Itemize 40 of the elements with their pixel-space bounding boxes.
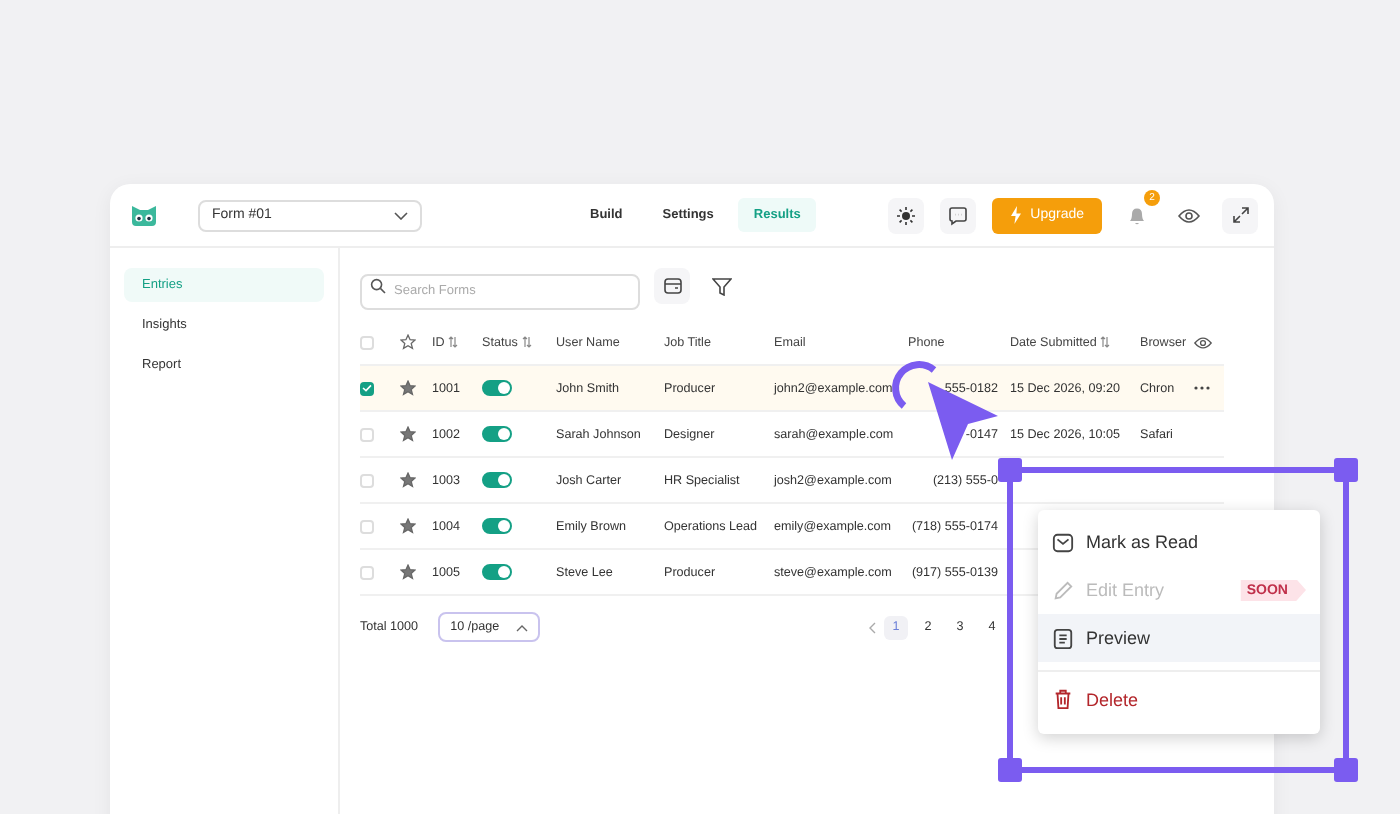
trash-icon <box>1052 688 1074 710</box>
logo-icon <box>130 203 158 227</box>
star-icon[interactable] <box>400 380 416 396</box>
checkbox[interactable] <box>360 381 374 395</box>
eye-icon <box>1177 207 1199 223</box>
status-toggle[interactable] <box>482 518 512 534</box>
bell-icon <box>1127 205 1145 225</box>
wallet-button[interactable] <box>654 268 690 304</box>
menu-item[interactable]: Delete <box>1038 670 1320 726</box>
star-icon[interactable] <box>400 426 416 442</box>
status-toggle[interactable] <box>482 472 512 488</box>
sort-icon[interactable] <box>521 336 532 348</box>
star-icon[interactable] <box>400 472 416 488</box>
sort-icon[interactable] <box>448 336 459 348</box>
search-icon <box>370 278 386 294</box>
status-toggle[interactable] <box>482 564 512 580</box>
expand-icon <box>1231 206 1249 224</box>
star-icon[interactable] <box>400 518 416 534</box>
fullscreen-button[interactable] <box>1222 197 1258 233</box>
chat-icon <box>948 205 969 225</box>
star-icon[interactable] <box>400 564 416 580</box>
filter-icon <box>712 277 732 295</box>
document-icon <box>1052 627 1074 649</box>
star-icon[interactable] <box>400 334 416 350</box>
sort-icon[interactable] <box>1100 336 1111 348</box>
wallet-icon <box>663 278 681 294</box>
lightning-icon <box>1010 206 1023 224</box>
chat-button[interactable] <box>940 197 977 233</box>
status-toggle[interactable] <box>482 426 512 442</box>
pencil-icon <box>1052 579 1074 601</box>
envelope-icon <box>1052 531 1074 553</box>
sun-icon <box>896 205 917 225</box>
status-toggle[interactable] <box>482 380 512 396</box>
eye-icon[interactable] <box>1194 335 1212 349</box>
chevron-left-icon[interactable] <box>868 621 876 633</box>
chevron-down-icon <box>394 211 408 219</box>
chevron-up-icon <box>515 623 528 631</box>
selection-frame[interactable] <box>998 458 1358 782</box>
menu-item[interactable]: Preview <box>1038 614 1320 662</box>
theme-button[interactable] <box>888 197 925 233</box>
